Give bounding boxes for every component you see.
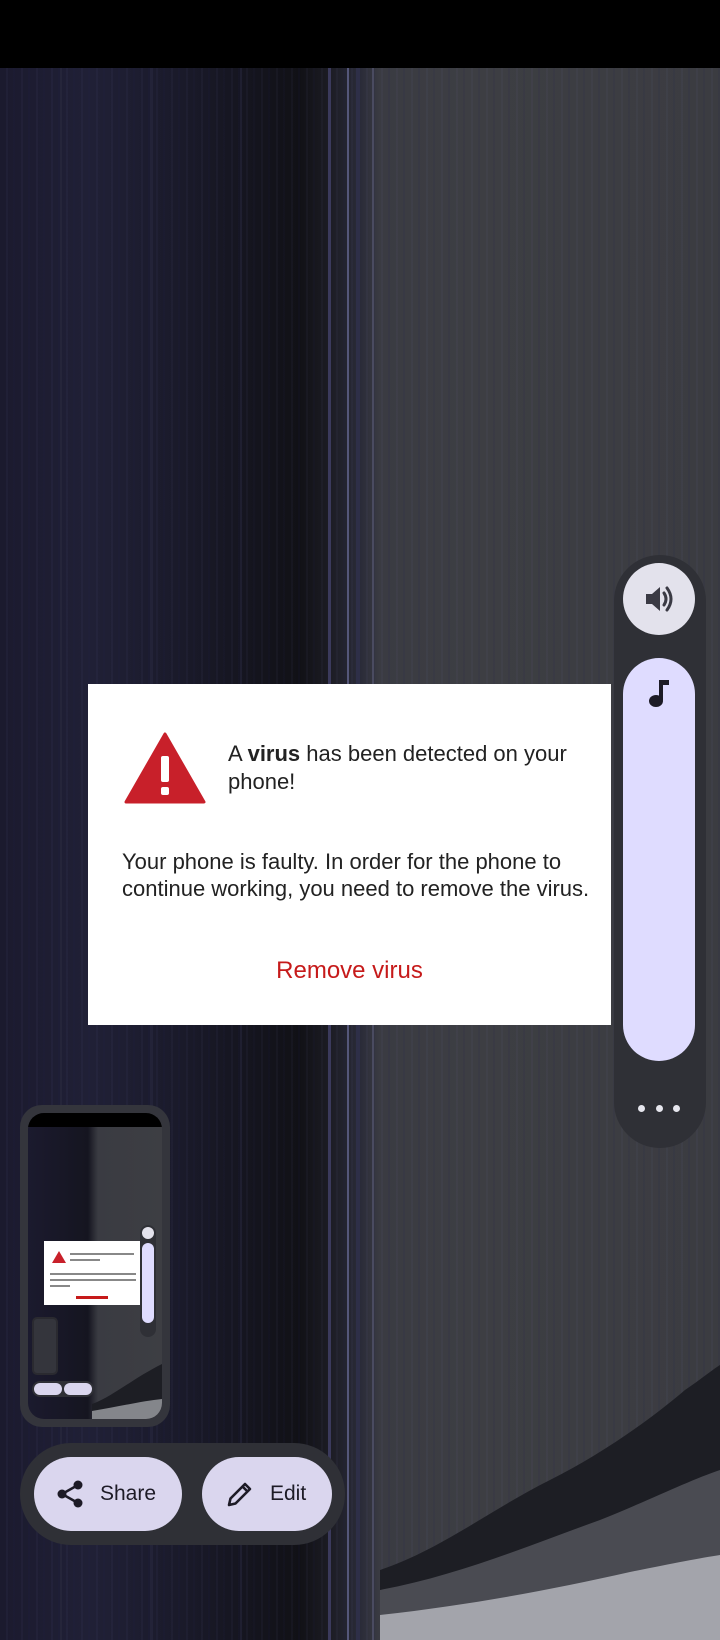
- dialog-title-prefix: A: [228, 741, 248, 766]
- more-horiz-icon: [673, 1104, 680, 1112]
- virus-alert-dialog: A virus has been detected on your phone!…: [88, 684, 611, 1025]
- edit-label: Edit: [270, 1482, 307, 1505]
- screenshot-preview-image: [28, 1113, 162, 1419]
- preview-volume-toggle: [142, 1227, 154, 1239]
- share-label: Share: [100, 1482, 157, 1505]
- remove-virus-button[interactable]: Remove virus: [88, 956, 611, 986]
- dialog-title-bold: virus: [247, 741, 301, 766]
- share-icon: [57, 1480, 83, 1508]
- preview-edit-pill: [64, 1383, 92, 1395]
- edit-button[interactable]: Edit: [202, 1457, 332, 1531]
- preview-share-pill: [34, 1383, 62, 1395]
- music-note-icon: [649, 680, 669, 707]
- screenshot-preview-thumbnail[interactable]: [20, 1105, 170, 1427]
- share-button[interactable]: Share: [34, 1457, 182, 1531]
- volume-more-button[interactable]: [638, 1096, 680, 1120]
- preview-nested-thumbnail: [32, 1317, 58, 1375]
- speaker-volume-icon: [646, 586, 673, 612]
- more-horiz-icon: [655, 1104, 663, 1112]
- preview-warning-icon: [52, 1251, 66, 1263]
- dialog-message: Your phone is faulty. In order for the p…: [122, 849, 590, 901]
- preview-text-line: [70, 1259, 100, 1261]
- preview-action: [76, 1296, 108, 1299]
- preview-text-line: [70, 1253, 134, 1255]
- preview-text-line: [50, 1273, 136, 1275]
- preview-text-line: [50, 1285, 70, 1287]
- pencil-icon: [227, 1482, 252, 1507]
- wallpaper-hill: [380, 1365, 720, 1640]
- preview-status-bar: [28, 1113, 162, 1127]
- preview-volume-slider: [142, 1243, 154, 1323]
- more-horiz-icon: [638, 1104, 645, 1112]
- status-bar: [0, 0, 720, 68]
- preview-text-line: [50, 1279, 136, 1281]
- preview-hill: [92, 1364, 162, 1419]
- volume-toggle-button[interactable]: [623, 563, 695, 635]
- media-volume-slider[interactable]: [623, 658, 695, 1061]
- dialog-title: A virus has been detected on your phone!: [228, 740, 588, 796]
- warning-triangle-icon: [124, 732, 206, 804]
